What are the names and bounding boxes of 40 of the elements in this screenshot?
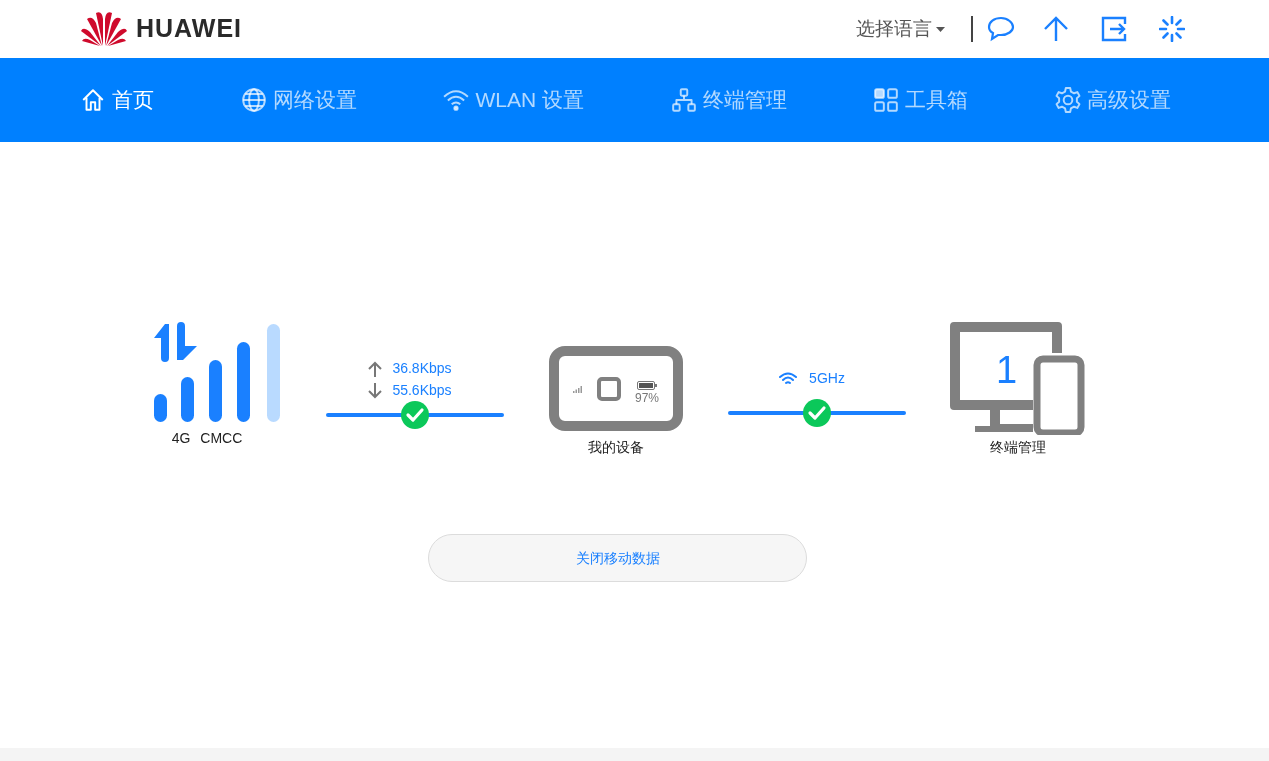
nav-tab[interactable]: 工具箱 xyxy=(873,84,969,116)
network-tree-icon xyxy=(670,87,697,113)
nav-tab[interactable]: WLAN 设置 xyxy=(443,84,584,116)
square-button-icon xyxy=(597,376,621,401)
disable-mobile-data-button[interactable]: 关闭移动数据 xyxy=(428,534,807,582)
up-arrow-icon xyxy=(368,360,383,377)
language-dropdown[interactable]: 选择语言 xyxy=(856,14,945,44)
network-type-label: 4G xyxy=(171,429,191,448)
nav-tab[interactable]: 网络设置 xyxy=(240,84,357,116)
signal-strength-icon xyxy=(153,322,281,422)
caret-icon xyxy=(936,26,945,32)
upload-arrow-icon[interactable] xyxy=(1043,16,1069,42)
download-speed: 55.6Kbps xyxy=(392,381,452,400)
grid-icon xyxy=(873,87,900,113)
loading-spinner-icon xyxy=(1159,16,1185,42)
down-arrow-icon xyxy=(368,382,383,399)
wifi-band-label: 5GHz xyxy=(809,369,845,388)
operator-label: CMCC xyxy=(200,429,243,448)
monitor-and-phone-icon xyxy=(950,322,1085,435)
battery-percentage: 97% xyxy=(635,390,659,406)
nav-tab[interactable]: 首页 xyxy=(80,84,154,116)
nav-tab[interactable]: 高级设置 xyxy=(1054,84,1171,116)
terminals-label: 终端管理 xyxy=(989,438,1046,457)
flower-logo-icon xyxy=(80,11,128,47)
message-icon[interactable] xyxy=(987,16,1015,42)
home-icon xyxy=(80,87,106,113)
upload-speed: 36.8Kbps xyxy=(392,359,452,378)
wifi-icon xyxy=(443,87,470,113)
battery-icon xyxy=(637,381,657,390)
settings-icon xyxy=(1054,87,1081,113)
logout-icon[interactable] xyxy=(1101,16,1127,42)
nav-tab[interactable]: 终端管理 xyxy=(670,84,787,116)
check-icon xyxy=(803,399,831,427)
globe-icon xyxy=(240,87,267,113)
device-label: 我的设备 xyxy=(588,438,644,457)
terminal-count: 1 xyxy=(996,350,1018,390)
brand-name: HUAWEI xyxy=(136,13,242,45)
check-icon xyxy=(401,401,429,429)
wifi-icon xyxy=(779,371,798,386)
small-signal-icon xyxy=(573,384,583,393)
